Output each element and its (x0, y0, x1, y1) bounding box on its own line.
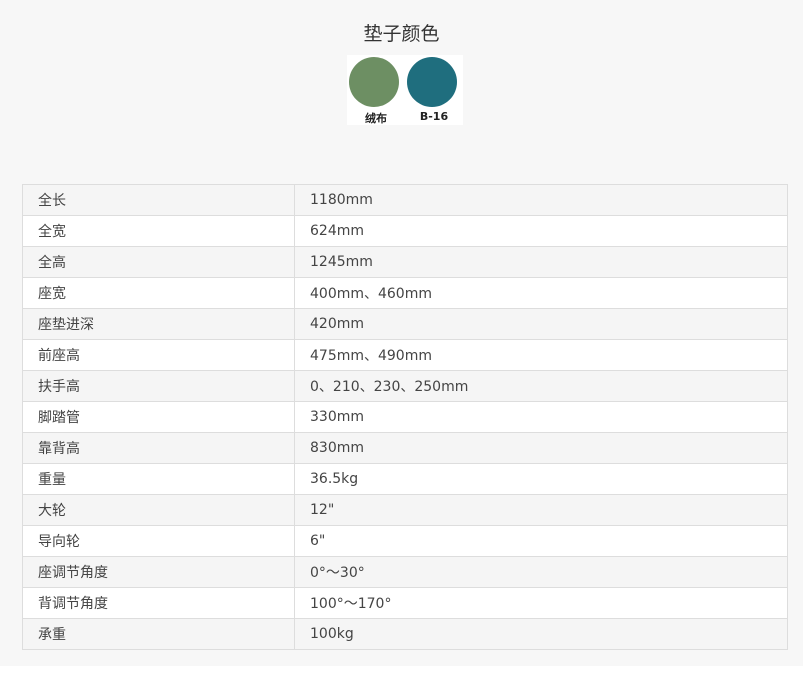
spec-value: 1180mm (294, 184, 788, 216)
spec-value: 0、210、230、250mm (294, 370, 788, 402)
spec-value: 475mm、490mm (294, 339, 788, 371)
swatch-velvet-label: 绒布 (365, 112, 387, 125)
spec-value: 400mm、460mm (294, 277, 788, 309)
cushion-swatches: 绒布 B-16 (347, 55, 463, 125)
swatch-velvet-disc (349, 57, 399, 107)
spec-label: 全高 (22, 246, 295, 278)
spec-label: 座调节角度 (22, 556, 295, 588)
spec-value: 36.5kg (294, 463, 788, 495)
spec-label: 承重 (22, 618, 295, 650)
spec-label: 脚踏管 (22, 401, 295, 433)
table-row: 座垫进深 420mm (22, 308, 788, 340)
spec-value: 624mm (294, 215, 788, 247)
table-row: 前座高 475mm、490mm (22, 339, 788, 371)
swatch-velvet[interactable]: 绒布 (347, 55, 405, 125)
spec-value: 12" (294, 494, 788, 526)
table-row: 背调节角度 100°〜170° (22, 587, 788, 619)
swatch-b16[interactable]: B-16 (405, 55, 463, 125)
spec-label: 扶手高 (22, 370, 295, 402)
table-row: 座调节角度 0°〜30° (22, 556, 788, 588)
spec-label: 座垫进深 (22, 308, 295, 340)
spec-label: 全长 (22, 184, 295, 216)
spec-value: 100kg (294, 618, 788, 650)
table-row: 全宽 624mm (22, 215, 788, 247)
spec-value: 0°〜30° (294, 556, 788, 588)
spec-value: 830mm (294, 432, 788, 464)
product-spec-page: 垫子颜色 绒布 B-16 全长 1180mm 全宽 624mm 全高 1245mm 座宽 40… (0, 0, 803, 666)
table-row: 全长 1180mm (22, 184, 788, 216)
swatch-b16-label: B-16 (419, 110, 449, 123)
table-row: 大轮 12" (22, 494, 788, 526)
spec-value: 1245mm (294, 246, 788, 278)
swatch-b16-disc (407, 57, 457, 107)
spec-label: 前座高 (22, 339, 295, 371)
spec-table: 全长 1180mm 全宽 624mm 全高 1245mm 座宽 400mm、460mm 座垫进深… (22, 184, 788, 650)
table-row: 靠背高 830mm (22, 432, 788, 464)
spec-label: 背调节角度 (22, 587, 295, 619)
spec-value: 6" (294, 525, 788, 557)
spec-label: 大轮 (22, 494, 295, 526)
table-row: 脚踏管 330mm (22, 401, 788, 433)
spec-value: 330mm (294, 401, 788, 433)
table-row: 座宽 400mm、460mm (22, 277, 788, 309)
cushion-color-title: 垫子颜色 (363, 23, 440, 45)
spec-value: 100°〜170° (294, 587, 788, 619)
spec-value: 420mm (294, 308, 788, 340)
spec-label: 靠背高 (22, 432, 295, 464)
spec-label: 重量 (22, 463, 295, 495)
table-row: 全高 1245mm (22, 246, 788, 278)
table-row: 重量 36.5kg (22, 463, 788, 495)
spec-table-body: 全长 1180mm 全宽 624mm 全高 1245mm 座宽 400mm、460mm 座垫进深… (22, 184, 788, 650)
table-row: 导向轮 6" (22, 525, 788, 557)
spec-label: 座宽 (22, 277, 295, 309)
table-row: 扶手高 0、210、230、250mm (22, 370, 788, 402)
spec-label: 全宽 (22, 215, 295, 247)
table-row: 承重 100kg (22, 618, 788, 650)
spec-label: 导向轮 (22, 525, 295, 557)
